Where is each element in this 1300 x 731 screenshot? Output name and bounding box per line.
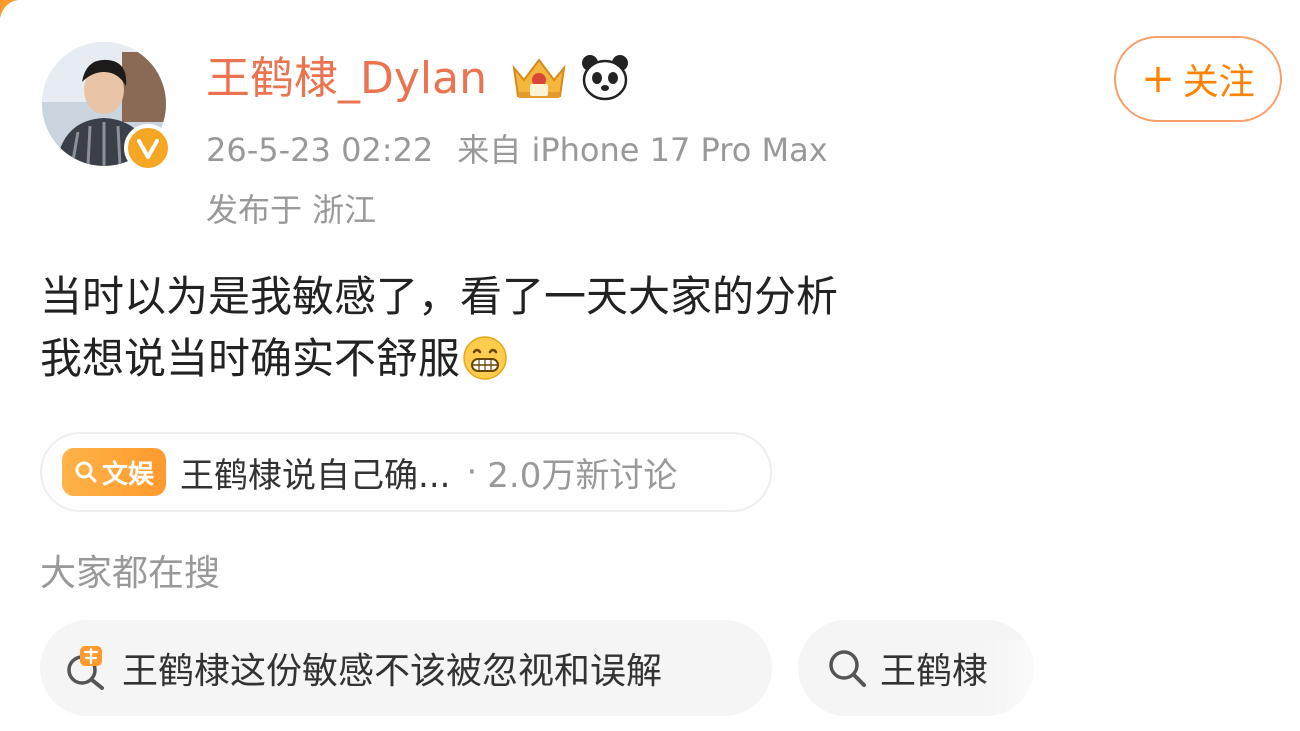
post-line-1: 当时以为是我敏感了，看了一天大家的分析 bbox=[40, 272, 839, 321]
topic-card[interactable]: 文娱 王鹤棣说自己确... · 2.0万新讨论 bbox=[40, 432, 772, 512]
search-icon bbox=[75, 461, 97, 483]
topic-separator: · bbox=[466, 452, 478, 492]
topic-tag: 文娱 bbox=[62, 448, 167, 496]
topic-discussion-count: 2.0万新讨论 bbox=[487, 455, 678, 496]
hot-search-icon bbox=[67, 646, 104, 690]
panda-icon bbox=[582, 55, 628, 101]
post-line-2-text: 我想说当时确实不舒服 bbox=[40, 334, 461, 383]
crown-icon bbox=[512, 58, 566, 98]
topic-tag-label: 文娱 bbox=[102, 459, 155, 490]
follow-label: 关注 bbox=[1182, 62, 1255, 103]
post-source: 来自 iPhone 17 Pro Max bbox=[457, 131, 828, 169]
corner-accent bbox=[0, 0, 18, 18]
search-heading: 大家都在搜 bbox=[40, 553, 221, 594]
post-text: 当时以为是我敏感了，看了一天大家的分析 我想说当时确实不舒服 bbox=[40, 266, 838, 390]
post-meta: 26-5-23 02:22 来自 iPhone 17 Pro Max bbox=[206, 126, 852, 174]
follow-button[interactable]: + 关注 bbox=[1114, 36, 1282, 122]
scroll-fade bbox=[980, 640, 1300, 731]
post-location: 发布于 浙江 bbox=[206, 191, 377, 229]
username[interactable]: 王鹤棣_Dylan bbox=[206, 50, 487, 108]
search-icon bbox=[829, 650, 866, 687]
search-chip-hot[interactable]: 王鹤棣这份敏感不该被忽视和误解 bbox=[40, 620, 772, 716]
topic-title: 王鹤棣说自己确... bbox=[180, 455, 451, 496]
post-line-2: 我想说当时确实不舒服 bbox=[40, 328, 838, 390]
grin-emoji-icon bbox=[463, 336, 507, 380]
verified-badge-icon bbox=[124, 124, 172, 172]
search-chip-label: 王鹤棣这份敏感不该被忽视和误解 bbox=[122, 651, 663, 692]
search-chip-label: 王鹤棣 bbox=[880, 651, 989, 692]
plus-icon: + bbox=[1141, 56, 1175, 102]
post-timestamp: 26-5-23 02:22 bbox=[206, 131, 434, 169]
